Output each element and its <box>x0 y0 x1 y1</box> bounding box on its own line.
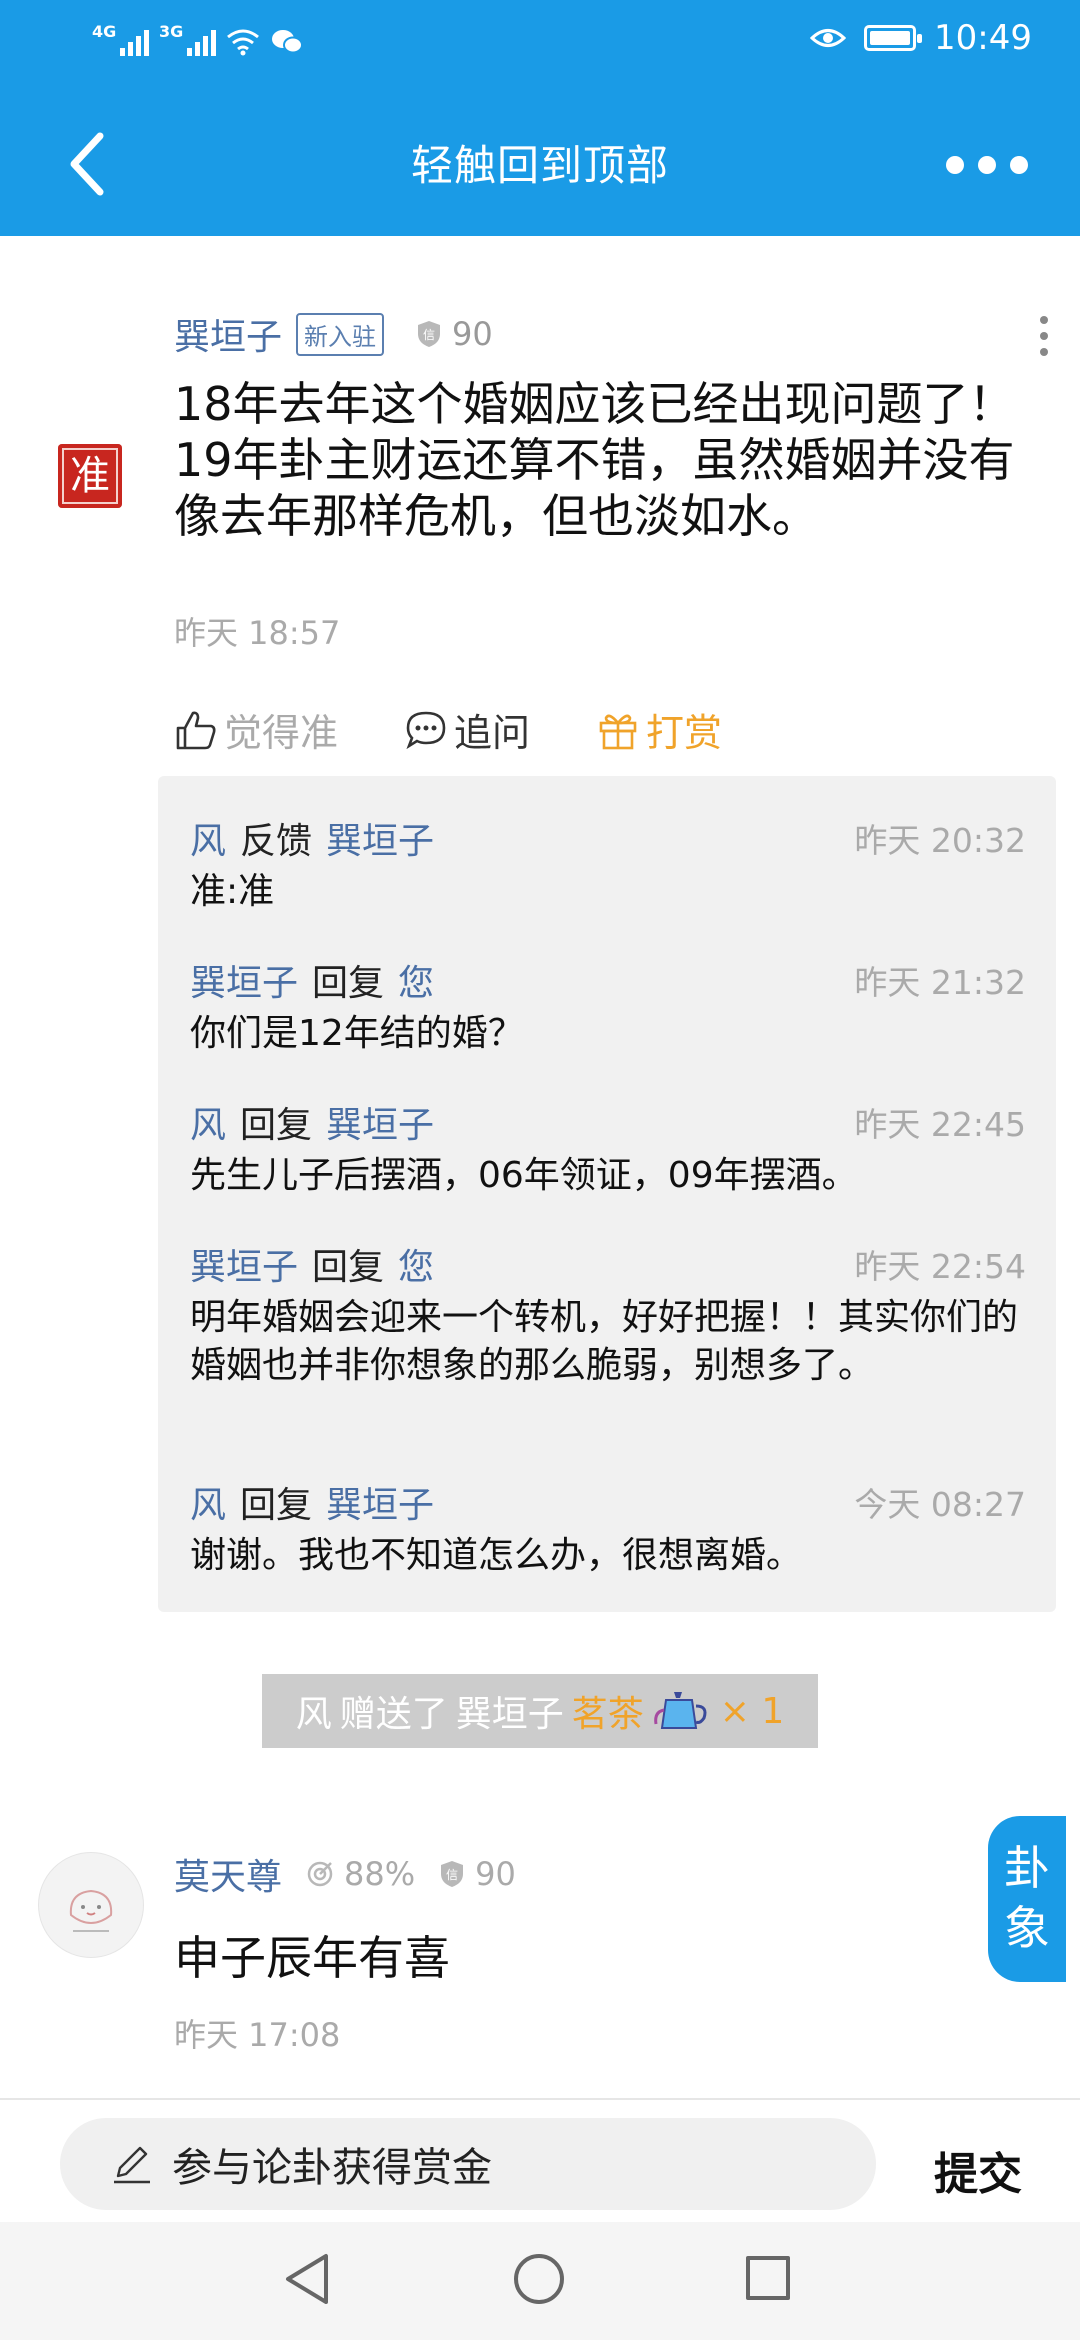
submit-button[interactable]: 提交 <box>934 2138 1022 2202</box>
gift-verb: 赠送了 <box>339 1694 448 1735</box>
wechat-icon <box>272 30 303 54</box>
thumbs-up-icon <box>176 711 216 749</box>
title-bar[interactable]: 轻触回到顶部 <box>0 84 1080 236</box>
credit-value: 90 <box>475 1855 516 1893</box>
reply-verb: 回复 <box>312 963 385 1004</box>
reply-from[interactable]: 巽垣子 <box>190 1238 298 1290</box>
reply-from[interactable]: 风 <box>190 812 226 864</box>
credit-value: 90 <box>452 315 493 353</box>
gift-notice: 风 赠送了 巽垣子 茗茶 × 1 <box>262 1674 818 1748</box>
reply-time: 今天 08:27 <box>854 1485 1026 1524</box>
accuracy-rate: 88% <box>306 1855 415 1893</box>
reply-content: 准:准 <box>190 871 275 912</box>
gift-count: × 1 <box>719 1690 785 1732</box>
reply-verb: 回复 <box>312 1247 385 1288</box>
hexagram-label-line2: 象 <box>1004 1901 1050 1955</box>
status-right: 10:49 <box>810 18 1032 58</box>
post-content: 18年去年这个婚姻应该已经出现问题了！19年卦主财运还算不错，虽然婚姻并没有像去… <box>174 377 1015 543</box>
reply-item[interactable]: 巽垣子 回复 您 昨天 21:32 你们是12年结的婚？ <box>190 956 1026 1058</box>
nav-recents-icon[interactable] <box>746 2256 790 2300</box>
credit-score: 信 90 <box>439 1855 516 1893</box>
post-time: 昨天 18:57 <box>174 614 341 652</box>
reply-from[interactable]: 巽垣子 <box>190 954 298 1006</box>
reply-to[interactable]: 巽垣子 <box>326 812 434 864</box>
target-icon <box>307 1861 333 1887</box>
reply-item[interactable]: 风 回复 巽垣子 昨天 22:45 先生儿子后摆酒，06年领证，09年摆酒。 <box>190 1098 1026 1200</box>
follow-up-button[interactable]: 追问 <box>404 702 530 757</box>
gift-to: 巽垣子 <box>455 1694 564 1735</box>
more-options-icon[interactable] <box>946 156 1028 174</box>
comment-bar: 参与论卦获得赏金 提交 <box>0 2098 1080 2224</box>
gift-from: 风 <box>295 1694 332 1735</box>
hexagram-float-button[interactable]: 卦 象 <box>988 1816 1066 1982</box>
status-left: 4G 3G <box>92 22 304 56</box>
new-member-badge: 新入驻 <box>296 312 385 356</box>
eye-comfort-icon <box>810 29 847 47</box>
system-nav-bar <box>0 2222 1080 2340</box>
status-bar: 4G 3G 10:49 <box>0 0 1080 84</box>
svg-text:信: 信 <box>423 328 435 342</box>
chat-bubble-icon <box>406 711 446 749</box>
reply-thread: 风 反馈 巽垣子 昨天 20:32 准:准 巽垣子 回复 您 昨天 21:32 … <box>158 776 1056 1612</box>
reply-time: 昨天 22:54 <box>854 1247 1026 1286</box>
network-type-label: 3G <box>159 22 184 41</box>
credit-shield-icon: 信 <box>418 321 441 347</box>
page-title[interactable]: 轻触回到顶部 <box>0 132 1080 193</box>
battery-icon <box>864 25 923 51</box>
reply-content: 你们是12年结的婚？ <box>190 1013 524 1054</box>
post-menu-icon[interactable] <box>1040 316 1048 356</box>
accurate-seal-icon: 准 <box>58 444 122 508</box>
post-content: 申子辰年有喜 <box>174 1931 450 1985</box>
reply-to[interactable]: 巽垣子 <box>326 1096 434 1148</box>
signal-sim2-icon: 3G <box>159 22 216 56</box>
reply-from[interactable]: 风 <box>190 1476 226 1528</box>
pencil-icon <box>114 2146 150 2184</box>
author-name[interactable]: 巽垣子 <box>174 308 282 360</box>
reply-verb: 回复 <box>240 1105 313 1146</box>
reply-time: 昨天 20:32 <box>854 821 1026 860</box>
reply-time: 昨天 22:45 <box>854 1105 1026 1144</box>
reply-verb: 回复 <box>240 1485 313 1526</box>
post2-author-row: 莫天尊 88% 信 90 <box>174 1848 516 1900</box>
reply-content: 先生儿子后摆酒，06年领证，09年摆酒。 <box>190 1155 858 1196</box>
signal-sim1-icon: 4G <box>92 22 149 56</box>
post-time: 昨天 17:08 <box>174 2016 341 2054</box>
teapot-icon <box>653 1692 707 1729</box>
credit-shield-icon: 信 <box>441 1861 464 1887</box>
like-button[interactable]: 觉得准 <box>174 702 338 757</box>
reply-content: 谢谢。我也不知道怎么办，很想离婚。 <box>190 1535 803 1576</box>
credit-score: 信 90 <box>416 315 493 353</box>
reply-from[interactable]: 风 <box>190 1096 226 1148</box>
post-author-row: 巽垣子 新入驻 信 90 <box>174 308 493 360</box>
network-type-label: 4G <box>92 22 117 41</box>
avatar[interactable] <box>38 1852 144 1958</box>
reply-content: 明年婚姻会迎来一个转机，好好把握！！其实你们的婚姻也并非你想象的那么脆弱，别想多… <box>190 1297 1019 1386</box>
reward-label: 打赏 <box>646 711 723 755</box>
status-time: 10:49 <box>934 18 1032 58</box>
accuracy-value: 88% <box>344 1855 416 1893</box>
follow-up-label: 追问 <box>454 711 531 755</box>
gift-box-icon <box>599 714 637 749</box>
reply-item[interactable]: 风 回复 巽垣子 今天 08:27 谢谢。我也不知道怎么办，很想离婚。 <box>190 1478 1026 1580</box>
reply-to[interactable]: 您 <box>398 954 434 1006</box>
reward-button[interactable]: 打赏 <box>596 702 722 757</box>
svg-text:信: 信 <box>446 1868 458 1882</box>
nav-back-icon[interactable] <box>282 2252 332 2306</box>
reply-to[interactable]: 巽垣子 <box>326 1476 434 1528</box>
hexagram-label-line1: 卦 <box>1004 1841 1050 1895</box>
reply-item[interactable]: 风 反馈 巽垣子 昨天 20:32 准:准 <box>190 814 1026 916</box>
post-actions: 觉得准 追问 打赏 <box>174 702 788 757</box>
comment-placeholder: 参与论卦获得赏金 <box>172 2145 492 2191</box>
comment-input[interactable]: 参与论卦获得赏金 <box>60 2118 876 2210</box>
like-label: 觉得准 <box>224 711 339 755</box>
reply-to[interactable]: 您 <box>398 1238 434 1290</box>
avatar-drawing-icon <box>69 1889 113 1932</box>
reply-time: 昨天 21:32 <box>854 963 1026 1002</box>
nav-home-icon[interactable] <box>514 2254 564 2304</box>
reply-verb: 反馈 <box>240 821 313 862</box>
author-name[interactable]: 莫天尊 <box>174 1848 282 1900</box>
gift-item: 茗茶 <box>571 1694 644 1735</box>
wifi-icon <box>227 29 259 56</box>
reply-item[interactable]: 巽垣子 回复 您 昨天 22:54 明年婚姻会迎来一个转机，好好把握！！其实你们… <box>190 1240 1026 1390</box>
